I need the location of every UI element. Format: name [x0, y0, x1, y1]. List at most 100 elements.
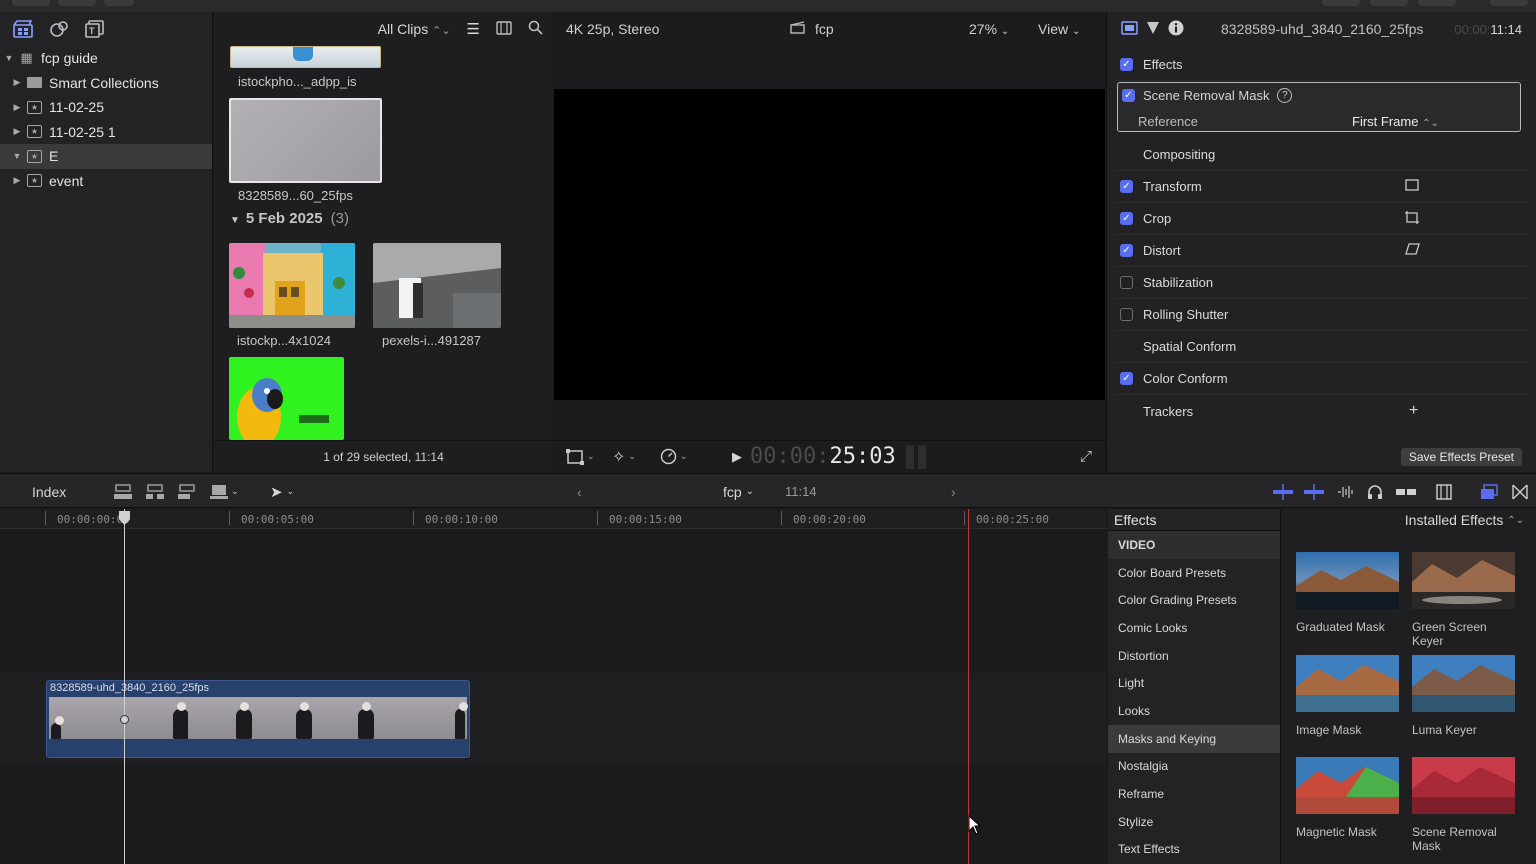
category-item[interactable]: Comic Looks	[1108, 614, 1280, 642]
zoom-dropdown[interactable]: 27% ⌄	[969, 21, 1009, 37]
row-checkbox[interactable]: ✓	[1120, 180, 1133, 193]
library-item-event-selected[interactable]: ▼ ★ E	[0, 144, 212, 169]
save-effects-preset-button[interactable]: Save Effects Preset	[1400, 448, 1522, 466]
disclosure-triangle-icon[interactable]: ▶	[12, 175, 22, 186]
scene-removal-mask-effect[interactable]: ✓ Scene Removal Mask ? Reference First F…	[1117, 82, 1521, 132]
filmstrip-view-icon[interactable]	[496, 20, 512, 38]
crop-icon[interactable]	[1405, 210, 1419, 227]
category-item[interactable]: Color Board Presets	[1108, 559, 1280, 587]
inspector-row[interactable]: ✓ Color Conform	[1115, 363, 1529, 395]
disclosure-triangle-icon[interactable]: ▼	[4, 53, 14, 63]
effect-tile[interactable]: Scene Removal Mask	[1412, 757, 1515, 853]
library-item-smart-collections[interactable]: ▶ Smart Collections	[0, 71, 212, 96]
category-item[interactable]: Stylize	[1108, 808, 1280, 836]
title-bar-control[interactable]	[104, 0, 134, 6]
timeline-clip[interactable]: 8328589-uhd_3840_2160_25fps	[46, 680, 470, 758]
category-item[interactable]: Color Grading Presets	[1108, 586, 1280, 614]
inspector-row[interactable]: Spatial Conform	[1115, 331, 1529, 363]
overwrite-clip-button[interactable]: ⌄	[210, 474, 239, 509]
audio-skimming-icon[interactable]	[1304, 474, 1324, 509]
effect-tile[interactable]: Graduated Mask	[1296, 552, 1399, 634]
clip-thumbnail[interactable]	[229, 357, 344, 440]
transform-icon[interactable]	[1405, 179, 1419, 194]
timeline-ruler[interactable]: 00:00:00:00 00:00:05:00 00:00:10:00 00:0…	[0, 509, 1107, 529]
help-icon[interactable]: ?	[1277, 87, 1293, 103]
row-checkbox[interactable]: ✓	[1120, 372, 1133, 385]
playhead[interactable]	[968, 509, 969, 864]
select-tool-button[interactable]: ➤ ⌄	[270, 474, 294, 509]
library-item-event[interactable]: ▶ ★ event	[0, 169, 212, 194]
clip-filter-dropdown[interactable]: All Clips ⌃⌄	[378, 21, 451, 37]
title-bar-control[interactable]	[1490, 0, 1528, 6]
enhance-button[interactable]: ✧ ⌄	[612, 447, 636, 467]
history-forward-icon[interactable]: ›	[951, 474, 956, 509]
title-bar-control[interactable]	[1370, 0, 1408, 6]
timeline[interactable]: 00:00:00:00 00:00:05:00 00:00:10:00 00:0…	[0, 509, 1107, 864]
library-item-fcp-guide[interactable]: ▼ ▦ fcp guide	[0, 46, 212, 71]
category-item[interactable]: Nostalgia	[1108, 753, 1280, 781]
play-icon[interactable]: ▶	[732, 449, 742, 465]
row-checkbox[interactable]: ✓	[1120, 244, 1133, 257]
inspector-row[interactable]: Compositing	[1115, 139, 1529, 171]
transitions-browser-icon[interactable]	[1512, 474, 1528, 509]
clip-thumbnail[interactable]	[229, 243, 355, 328]
date-group-header[interactable]: ▼ 5 Feb 2025 (3)	[230, 210, 349, 227]
color-inspector-icon[interactable]	[1146, 21, 1160, 38]
effect-tile[interactable]: Luma Keyer	[1412, 655, 1515, 737]
snapping-icon[interactable]	[1396, 474, 1416, 509]
project-dropdown[interactable]: fcp ⌄	[723, 474, 754, 509]
effect-tile[interactable]: Image Mask	[1296, 655, 1399, 737]
clip-thumbnail[interactable]	[373, 243, 501, 328]
category-item[interactable]: Reframe	[1108, 780, 1280, 808]
photos-audio-icon[interactable]	[48, 19, 70, 39]
category-item-selected[interactable]: Masks and Keying	[1108, 724, 1280, 753]
inspector-row[interactable]: ✓ Transform	[1115, 171, 1529, 203]
library-item-event[interactable]: ▶ ★ 11-02-25 1	[0, 120, 212, 145]
inspector-row[interactable]: Rolling Shutter	[1115, 299, 1529, 331]
row-checkbox[interactable]: ✓	[1120, 212, 1133, 225]
fullscreen-icon[interactable]: ⤢	[1080, 448, 1092, 465]
clip-thumbnail-selected[interactable]	[229, 98, 382, 183]
effects-checkbox[interactable]: ✓	[1120, 58, 1133, 71]
title-bar-control[interactable]	[1322, 0, 1360, 6]
row-checkbox[interactable]	[1120, 308, 1133, 321]
skimmer-line[interactable]	[124, 509, 125, 864]
category-video-header[interactable]: VIDEO	[1108, 531, 1280, 559]
disclosure-triangle-icon[interactable]: ▶	[12, 77, 22, 88]
history-back-icon[interactable]: ‹	[577, 474, 582, 509]
installed-effects-dropdown[interactable]: Installed Effects ⌃⌄	[1282, 509, 1536, 531]
category-item[interactable]: Light	[1108, 669, 1280, 697]
search-icon[interactable]	[528, 20, 543, 38]
connect-clip-icon[interactable]	[114, 474, 132, 509]
disclosure-triangle-icon[interactable]: ▶	[12, 126, 22, 137]
category-item[interactable]: Text Effects	[1108, 836, 1280, 864]
category-item[interactable]: Looks	[1108, 697, 1280, 725]
effects-browser-icon[interactable]	[1480, 474, 1498, 509]
reference-popup[interactable]: First Frame ⌃⌄	[1352, 114, 1439, 129]
skimming-icon[interactable]	[1273, 474, 1293, 509]
list-view-icon[interactable]: ☰	[467, 20, 480, 38]
disclosure-triangle-icon[interactable]: ▶	[12, 102, 22, 113]
inspector-row[interactable]: ✓ Distort	[1115, 235, 1529, 267]
retime-button[interactable]: ⌄	[660, 448, 688, 465]
row-checkbox[interactable]	[1120, 276, 1133, 289]
title-bar-control[interactable]	[58, 0, 96, 6]
clip-appearance-icon[interactable]	[1436, 474, 1452, 509]
title-bar-control[interactable]	[12, 0, 50, 6]
headphones-icon[interactable]	[1367, 474, 1383, 509]
category-item[interactable]: Distortion	[1108, 642, 1280, 670]
effect-enable-checkbox[interactable]: ✓	[1122, 88, 1135, 102]
solo-icon[interactable]	[1336, 474, 1356, 509]
video-inspector-icon[interactable]	[1121, 20, 1138, 38]
clip-thumbnail[interactable]	[230, 46, 381, 68]
timecode-display[interactable]: 00:00:25:03	[750, 444, 896, 469]
library-item-event[interactable]: ▶ ★ 11-02-25	[0, 95, 212, 120]
info-icon[interactable]	[1168, 20, 1184, 39]
view-dropdown[interactable]: View ⌄	[1038, 21, 1080, 37]
index-button[interactable]: Index	[32, 474, 66, 509]
inspector-row[interactable]: Trackers +	[1115, 395, 1529, 427]
viewer-canvas[interactable]	[554, 89, 1105, 400]
distort-icon[interactable]	[1405, 243, 1420, 258]
insert-clip-icon[interactable]	[146, 474, 164, 509]
disclosure-triangle-icon[interactable]: ▼	[230, 215, 240, 226]
